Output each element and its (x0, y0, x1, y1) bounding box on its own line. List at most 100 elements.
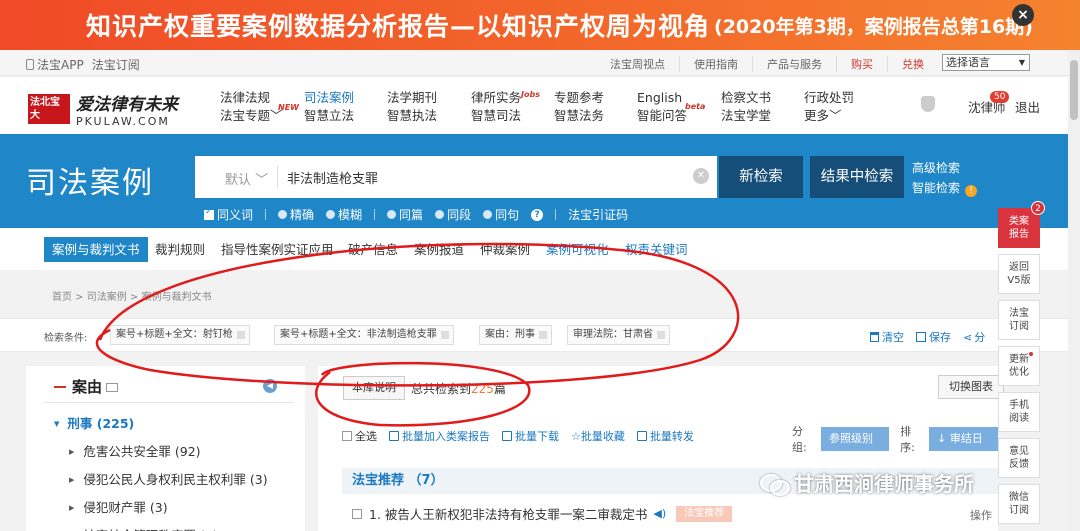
nav-lawfirm[interactable]: 律所实务 (471, 89, 521, 107)
tab-rules[interactable]: 裁判规则 (155, 237, 205, 262)
logout-link[interactable]: 退出 (1015, 97, 1040, 116)
library-info-button[interactable]: 本库说明 (343, 376, 405, 400)
language-select[interactable]: 选择语言 (942, 54, 1030, 71)
breadcrumb[interactable]: 首页 > 司法案例 > 案例与裁判文书 (52, 288, 211, 303)
share-conditions-button[interactable]: ⋖ 分 (963, 329, 985, 345)
mail-icon[interactable] (106, 383, 119, 392)
tab-guiding-cases[interactable]: 指导性案例实证应用 (221, 237, 334, 262)
divider (555, 209, 557, 220)
tab-bankruptcy[interactable]: 破产信息 (348, 237, 398, 262)
scroll-thumb[interactable] (1070, 60, 1078, 120)
wechat-subscribe-button[interactable]: 微信 订阅 (998, 484, 1040, 524)
divider (277, 166, 278, 188)
condition-chip[interactable]: 案号+标题+全文：非法制造枪支罪 (274, 325, 454, 345)
util-link-guide[interactable]: 使用指南 (679, 56, 752, 72)
tree-item[interactable]: 侵犯财产罪 (3) (54, 494, 268, 522)
batch-add-report-button[interactable]: 批量加入类案报告 (389, 428, 490, 444)
tab-keywords[interactable]: 权责关键词 (625, 237, 688, 262)
nav-journals[interactable]: 法学期刊 (387, 89, 437, 107)
user-badge: 50 (990, 91, 1010, 103)
tab-cases-judgments[interactable]: 案例与裁判文书 (44, 237, 148, 262)
batch-favorite-button[interactable]: ☆批量收藏 (571, 428, 625, 444)
nav-cases[interactable]: 司法案例 (304, 89, 354, 107)
condition-chip[interactable]: 审理法院：甘肃省 (567, 325, 670, 345)
same-sentence-radio[interactable]: 同句 (483, 206, 519, 223)
tree-item[interactable]: 危害公共安全罪 (92) (54, 438, 268, 466)
new-search-button[interactable]: 新检索 (719, 156, 803, 198)
app-link[interactable]: 法宝APP (26, 56, 84, 73)
nav-smart-enforcement[interactable]: 智慧执法 (387, 107, 437, 125)
checkbox-checked-icon (204, 207, 214, 220)
tree-item[interactable]: 妨害社会管理秩序罪 (2) (54, 522, 268, 531)
banner-subtitle: (2020年第3期，案例报告总第16期) (714, 15, 1033, 38)
search-hero: 司法案例 默认 ﹀ ✕ 新检索 结果中检索 高级检索 智能检索! 同义词 精确 … (0, 134, 1080, 228)
same-paragraph-radio[interactable]: 同段 (435, 206, 471, 223)
nav-qa[interactable]: 智能问答 (637, 107, 687, 125)
nav-penalties[interactable]: 行政处罚 (804, 89, 854, 107)
sort-select[interactable]: ↓ 审结日期 (929, 427, 998, 469)
page-scrollbar[interactable] (1068, 50, 1080, 531)
nav-smart-legal[interactable]: 智慧法务 (554, 107, 604, 125)
search-input[interactable] (287, 166, 687, 188)
util-link-weekly[interactable]: 法宝周视点 (610, 56, 679, 72)
nav-references[interactable]: 专题参考 (554, 89, 604, 107)
condition-chip[interactable]: 案由：刑事 (479, 325, 552, 345)
nav-topics[interactable]: 法宝专题﹀ (220, 107, 283, 125)
close-icon[interactable]: × (1012, 4, 1034, 26)
feedback-button[interactable]: 意见 反馈 (998, 438, 1040, 478)
clear-icon[interactable]: ✕ (693, 168, 709, 184)
nav-english[interactable]: English (637, 89, 687, 107)
trash-icon (870, 332, 879, 342)
util-link-buy[interactable]: 购买 (836, 56, 887, 72)
case-report-button[interactable]: 类案 报告 2 (998, 201, 1045, 248)
subscribe-button[interactable]: 法宝 订阅 (998, 300, 1040, 340)
back-v5-button[interactable]: 返回 V5版 (998, 254, 1040, 294)
batch-forward-button[interactable]: 批量转发 (636, 428, 694, 444)
util-link-redeem[interactable]: 兑换 (887, 56, 938, 72)
nav-academy[interactable]: 法宝学堂 (721, 107, 771, 125)
mail-icon (636, 431, 647, 441)
site-logo[interactable]: 法北宝大 爱法律有未来 PKULAW.COM (28, 90, 178, 128)
subscribe-link[interactable]: 法宝订阅 (92, 56, 140, 73)
checkbox-icon[interactable] (352, 508, 362, 519)
save-icon (916, 332, 926, 342)
synonym-checkbox[interactable]: 同义词 (204, 206, 253, 223)
wechat-icon (760, 474, 790, 496)
nav-prosecution[interactable]: 检察文书 (721, 89, 771, 107)
promo-banner[interactable]: 知识产权重要案例数据分析报告—以知识产权周为视角 (2020年第3期，案例报告总… (0, 0, 1080, 50)
tab-arbitration[interactable]: 仲裁案例 (480, 237, 530, 262)
select-all-checkbox[interactable]: 全选 (342, 428, 377, 444)
tree-category-criminal[interactable]: 刑事 (225) (54, 410, 268, 438)
save-conditions-button[interactable]: 保存 (916, 329, 951, 345)
result-title-link[interactable]: 1. 被告人王新权犯非法持有枪支罪一案二审裁定书 (369, 504, 647, 523)
search-within-button[interactable]: 结果中检索 (810, 156, 904, 198)
mobile-read-button[interactable]: 手机 阅读 (998, 392, 1040, 432)
exact-radio[interactable]: 精确 (278, 206, 314, 223)
fuzzy-radio[interactable]: 模糊 (326, 206, 362, 223)
smart-search-link[interactable]: 智能检索! (912, 178, 978, 198)
condition-chip[interactable]: 案号+标题+全文：射钉枪 (110, 325, 250, 345)
nav-smart-judiciary[interactable]: 智慧司法 (471, 107, 521, 125)
citation-link[interactable]: 法宝引证码 (568, 206, 628, 223)
speaker-icon[interactable]: ◀) (653, 507, 666, 520)
search-mode-select[interactable]: 默认 ﹀ (225, 169, 268, 188)
operation-label: 操作 (970, 509, 992, 522)
group-select[interactable]: 参照级别 ▼ (820, 427, 890, 469)
help-icon[interactable]: ? (531, 208, 544, 221)
tab-case-reports[interactable]: 案例报道 (414, 237, 464, 262)
clear-conditions-button[interactable]: 清空 (870, 329, 904, 345)
radio-icon (326, 210, 336, 219)
collapse-icon[interactable]: ◀ (263, 379, 277, 393)
update-button[interactable]: 更新 优化 (998, 346, 1040, 386)
shield-icon[interactable] (921, 96, 935, 112)
same-article-radio[interactable]: 同篇 (387, 206, 423, 223)
util-link-products[interactable]: 产品与服务 (752, 56, 836, 72)
nav-more[interactable]: 更多﹀ (804, 107, 854, 125)
nav-laws[interactable]: 法律法规 (220, 89, 283, 107)
nav-smart-legislation[interactable]: 智慧立法 (304, 107, 354, 125)
switch-chart-button[interactable]: 切换图表 (938, 375, 1004, 399)
tab-visualization[interactable]: 案例可视化 (546, 237, 609, 262)
advanced-search-link[interactable]: 高级检索 (912, 158, 977, 178)
tree-item[interactable]: 侵犯公民人身权利民主权利罪 (3) (54, 466, 267, 494)
batch-download-button[interactable]: 批量下载 (502, 428, 559, 444)
